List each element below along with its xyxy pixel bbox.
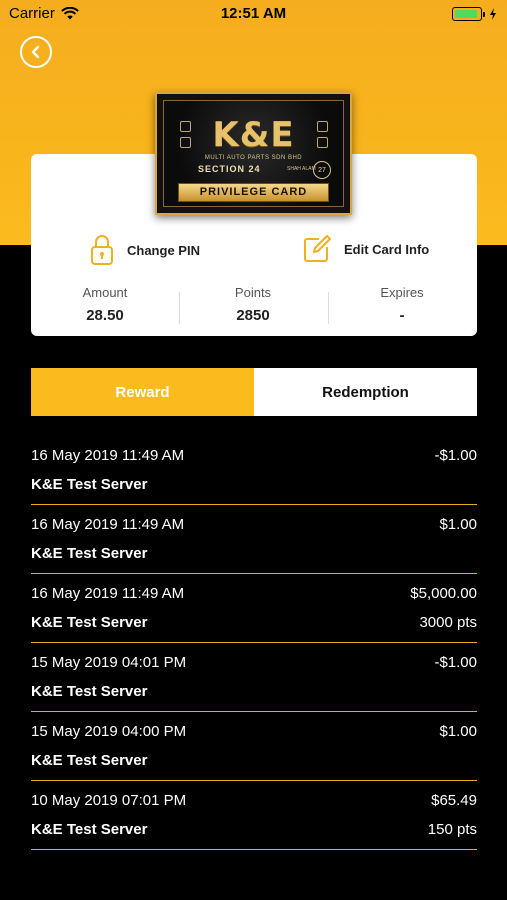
expires-label: Expires (380, 285, 424, 300)
transaction-date: 16 May 2019 11:49 AM (31, 516, 185, 533)
points-stat: Points 2850 (179, 285, 327, 324)
transaction-amount: $65.49 (431, 792, 477, 809)
transaction-amount: $1.00 (439, 723, 477, 740)
transaction-points: 150 pts (427, 821, 477, 838)
transaction-date: 16 May 2019 11:49 AM (31, 447, 185, 464)
battery-icon (452, 7, 497, 21)
change-pin-label: Change PIN (127, 242, 200, 258)
card-type-banner: PRIVILEGE CARD (178, 183, 329, 202)
transaction-name: K&E Test Server (31, 821, 148, 838)
lock-icon (91, 235, 113, 265)
transaction-name: K&E Test Server (31, 614, 148, 631)
transaction-name: K&E Test Server (31, 476, 148, 493)
expires-stat: Expires - (328, 285, 476, 324)
card-location: SHAH ALAM (287, 166, 316, 172)
transaction-date: 15 May 2019 04:01 PM (31, 654, 187, 671)
chevron-left-icon (31, 45, 40, 59)
amount-stat: Amount 28.50 (31, 285, 179, 324)
tab-reward[interactable]: Reward (31, 368, 254, 416)
points-value: 2850 (236, 307, 270, 324)
edit-card-info-button[interactable]: Edit Card Info (302, 234, 429, 264)
tab-redemption[interactable]: Redemption (254, 368, 477, 416)
status-time: 12:51 AM (220, 5, 287, 22)
card-badge: 27 (313, 161, 331, 179)
list-item[interactable]: 15 May 2019 04:00 PM K&E Test Server $1.… (31, 712, 477, 781)
transaction-amount: $5,000.00 (410, 585, 477, 602)
status-bar: Carrier 12:51 AM (0, 0, 507, 28)
transaction-date: 15 May 2019 04:00 PM (31, 723, 187, 740)
list-item[interactable]: 16 May 2019 11:49 AM K&E Test Server -$1… (31, 436, 477, 505)
transaction-points: 3000 pts (419, 614, 477, 631)
amount-value: 28.50 (86, 307, 124, 324)
transaction-amount: $1.00 (439, 516, 477, 533)
transaction-list: 16 May 2019 11:49 AM K&E Test Server -$1… (31, 436, 477, 850)
list-item[interactable]: 16 May 2019 11:49 AM K&E Test Server $5,… (31, 574, 477, 643)
list-item[interactable]: 10 May 2019 07:01 PM K&E Test Server $65… (31, 781, 477, 850)
change-pin-button[interactable]: Change PIN (89, 234, 200, 266)
amount-label: Amount (82, 285, 128, 300)
back-button[interactable] (20, 36, 52, 68)
card-brand: K&E (212, 115, 295, 155)
list-item[interactable]: 15 May 2019 04:01 PM K&E Test Server -$1… (31, 643, 477, 712)
tab-bar: Reward Redemption (31, 368, 477, 416)
expires-value: - (399, 307, 405, 324)
privilege-card-image: K&E MULTI AUTO PARTS SDN BHD SECTION 24 … (155, 92, 352, 215)
transaction-amount: -$1.00 (434, 654, 477, 671)
transaction-amount: -$1.00 (434, 447, 477, 464)
edit-card-info-label: Edit Card Info (344, 241, 430, 257)
transaction-name: K&E Test Server (31, 683, 148, 700)
transaction-name: K&E Test Server (31, 545, 148, 562)
edit-icon (304, 235, 331, 262)
points-label: Points (234, 285, 272, 300)
card-company: MULTI AUTO PARTS SDN BHD (204, 155, 303, 161)
transaction-date: 10 May 2019 07:01 PM (31, 792, 187, 809)
transaction-date: 16 May 2019 11:49 AM (31, 585, 185, 602)
card-section: SECTION 24 (198, 164, 261, 174)
transaction-name: K&E Test Server (31, 752, 148, 769)
list-item[interactable]: 16 May 2019 11:49 AM K&E Test Server $1.… (31, 505, 477, 574)
